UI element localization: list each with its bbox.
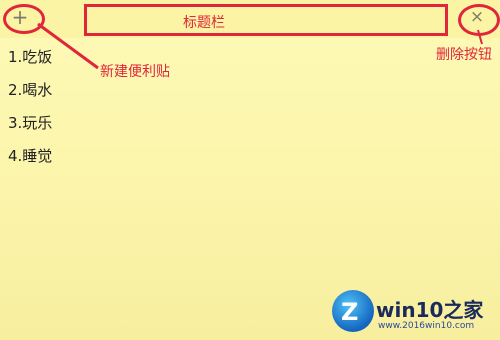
delete-button-annotation: 删除按钮 bbox=[436, 47, 492, 63]
title-bar-annotation: 标题栏 bbox=[183, 15, 225, 31]
new-note-arrow bbox=[37, 22, 99, 70]
logo-mark-icon: Z bbox=[341, 298, 359, 326]
new-note-annotation: 新建便利贴 bbox=[100, 64, 170, 80]
watermark-logo: Z win10之家 www.2016win10.com bbox=[332, 288, 500, 340]
logo-emblem: Z bbox=[332, 290, 374, 332]
watermark-url: www.2016win10.com bbox=[378, 321, 475, 331]
watermark-brand: win10之家 bbox=[376, 298, 484, 322]
delete-arrow bbox=[477, 29, 483, 45]
